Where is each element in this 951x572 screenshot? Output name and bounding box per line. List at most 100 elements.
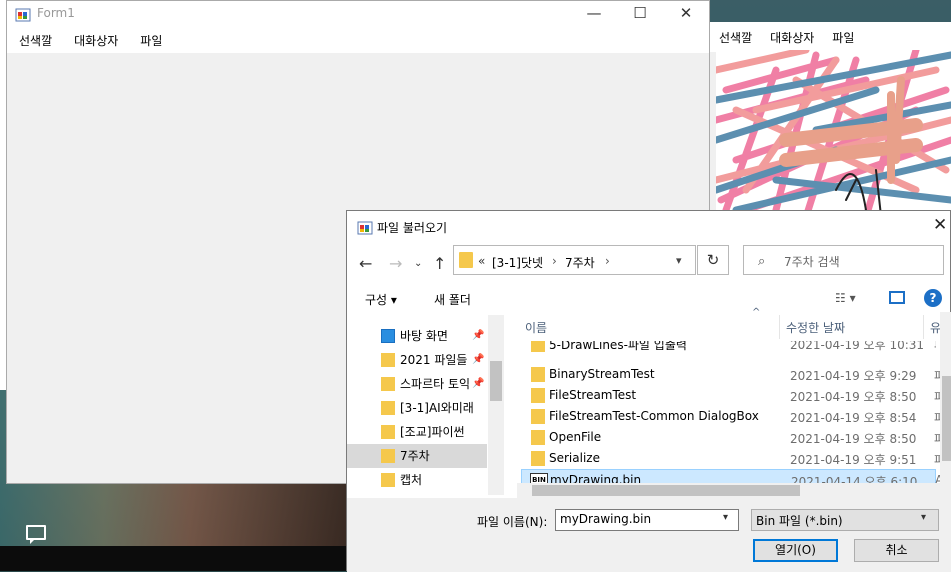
- chevron-down-icon[interactable]: ▾: [921, 512, 926, 523]
- search-input[interactable]: ⌕ 7주차 검색: [743, 245, 944, 275]
- nav-item-label: [조교]파이썬: [400, 425, 465, 439]
- folder-icon: [381, 449, 395, 463]
- minimize-button[interactable]: —: [571, 1, 617, 27]
- form1-titlebar[interactable]: Form1 — ☐ ✕: [7, 1, 709, 27]
- nav-item-sparta[interactable]: 스파르타 토익 📌: [347, 372, 487, 396]
- menu-line-color[interactable]: 선색깔: [7, 32, 62, 49]
- view-options-icon[interactable]: ☷ ▾: [835, 291, 856, 305]
- new-folder-button[interactable]: 새 폴더: [434, 291, 471, 308]
- file-row[interactable]: FileStreamTest 2021-04-19 오후 8:50 파: [521, 385, 945, 406]
- bg-menu-dialog[interactable]: 대화상자: [761, 29, 823, 46]
- dialog-close-button[interactable]: ✕: [933, 215, 947, 235]
- menu-file[interactable]: 파일: [128, 32, 172, 49]
- nav-item-desktop[interactable]: 바탕 화면 📌: [347, 324, 487, 348]
- bg-menu-file[interactable]: 파일: [823, 29, 863, 46]
- sort-arrow-icon: ^: [752, 307, 761, 318]
- file-row[interactable]: Serialize 2021-04-19 오후 9:51 파: [521, 448, 945, 469]
- address-segment[interactable]: 7주차: [565, 254, 595, 271]
- dialog-bottom-panel: 파일 이름(N): myDrawing.bin ▾ Bin 파일 (*.bin)…: [347, 498, 951, 572]
- column-divider[interactable]: [923, 315, 924, 339]
- filename-label: 파일 이름(N):: [477, 515, 548, 529]
- folder-icon: [531, 430, 545, 445]
- dialog-title: 파일 불러오기: [377, 221, 448, 235]
- address-bar[interactable]: « [3-1]닷넷 › 7주차 › ▾: [453, 245, 696, 275]
- nav-item-2021-files[interactable]: 2021 파일들 📌: [347, 348, 487, 372]
- help-icon[interactable]: ?: [924, 289, 942, 307]
- back-arrow-icon[interactable]: ←: [359, 254, 372, 273]
- file-date: 2021-04-19 오후 10:31: [790, 341, 925, 352]
- file-list: 이름 ^ 수정한 날짜 유 5-DrawLines-파일 입출력 2021-04…: [517, 307, 951, 498]
- recent-dropdown-icon[interactable]: ⌄: [414, 258, 422, 269]
- scribble-drawing: [716, 50, 951, 217]
- organize-menu[interactable]: 구성 ▾: [365, 291, 397, 308]
- close-button[interactable]: ✕: [663, 1, 709, 27]
- file-date: 2021-04-19 오후 8:50: [790, 390, 917, 404]
- search-icon: ⌕: [758, 254, 766, 269]
- column-name[interactable]: 이름: [525, 319, 547, 336]
- nav-item-week7[interactable]: 7주차: [347, 444, 487, 468]
- folder-icon: [381, 353, 395, 367]
- cancel-button[interactable]: 취소: [854, 539, 939, 562]
- chevron-right-icon[interactable]: ›: [605, 254, 610, 268]
- up-arrow-icon[interactable]: ↑: [433, 254, 446, 273]
- refresh-button[interactable]: ↻: [697, 245, 729, 275]
- form1-title: Form1: [37, 6, 75, 20]
- search-placeholder: 7주차 검색: [784, 255, 840, 269]
- chevron-down-icon[interactable]: ▾: [676, 254, 682, 267]
- file-row[interactable]: OpenFile 2021-04-19 오후 8:50 파: [521, 427, 945, 448]
- folder-icon: [531, 367, 545, 382]
- file-row[interactable]: FileStreamTest-Common DialogBox 2021-04-…: [521, 406, 945, 427]
- file-name: FileStreamTest-Common DialogBox: [549, 409, 759, 423]
- maximize-button[interactable]: ☐: [617, 1, 663, 27]
- desktop-icon: [381, 329, 395, 343]
- filetype-select[interactable]: Bin 파일 (*.bin): [751, 509, 939, 531]
- form1-menubar: 선색깔 대화상자 파일: [7, 27, 709, 53]
- pin-icon: 📌: [472, 354, 485, 365]
- dialog-app-icon: [357, 219, 373, 235]
- background-menubar: 선색깔 대화상자 파일: [710, 22, 951, 52]
- file-name: OpenFile: [549, 430, 602, 444]
- nav-scrollbar-thumb[interactable]: [490, 361, 502, 401]
- filename-input[interactable]: myDrawing.bin: [555, 509, 739, 531]
- file-name: BinaryStreamTest: [549, 367, 655, 381]
- file-name: 5-DrawLines-파일 입출력: [549, 341, 687, 352]
- folder-icon: [531, 409, 545, 424]
- open-file-dialog: 파일 불러오기 ✕ ← → ⌄ ↑ « [3-1]닷넷 › 7주차 › ▾ ↻ …: [346, 210, 951, 572]
- file-row[interactable]: BinaryStreamTest 2021-04-19 오후 9:29 파: [521, 364, 945, 385]
- open-button[interactable]: 열기(O): [753, 539, 838, 562]
- nav-scrollbar[interactable]: [488, 315, 504, 495]
- file-row[interactable]: 5-DrawLines-파일 입출력 2021-04-19 오후 10:31 파: [521, 341, 936, 355]
- nav-item-label: 7주차: [400, 449, 430, 463]
- address-segment[interactable]: [3-1]닷넷: [492, 254, 543, 271]
- forward-arrow-icon[interactable]: →: [389, 254, 402, 273]
- nav-item-label: 스파르타 토익: [400, 377, 471, 391]
- column-date[interactable]: 수정한 날짜: [786, 319, 845, 336]
- nav-item-python[interactable]: [조교]파이썬: [347, 420, 487, 444]
- address-overflow[interactable]: «: [478, 254, 485, 268]
- nav-item-capture[interactable]: 캡처: [347, 468, 487, 492]
- nav-item-label: [3-1]AI와미래: [400, 401, 474, 415]
- chevron-down-icon[interactable]: ▾: [723, 512, 728, 523]
- chevron-right-icon[interactable]: ›: [552, 254, 557, 268]
- file-vertical-scrollbar-thumb[interactable]: [942, 376, 951, 461]
- notification-icon[interactable]: [26, 525, 46, 544]
- file-name: FileStreamTest: [549, 388, 637, 402]
- file-date: 2021-04-19 오후 9:51: [790, 453, 917, 467]
- nav-item-label: 바탕 화면: [400, 329, 448, 343]
- navigation-pane: 바탕 화면 📌 2021 파일들 📌 스파르타 토익 📌 [3-1]AI와미래 …: [347, 312, 504, 498]
- folder-icon: [381, 377, 395, 391]
- column-divider[interactable]: [779, 315, 780, 339]
- drawing-canvas[interactable]: [716, 50, 951, 217]
- bg-menu-line-color[interactable]: 선색깔: [710, 29, 761, 46]
- column-header: 이름 ^ 수정한 날짜 유: [517, 307, 951, 339]
- file-type: 파: [934, 341, 936, 353]
- nav-item-ai[interactable]: [3-1]AI와미래: [347, 396, 487, 420]
- folder-icon: [459, 252, 473, 268]
- menu-dialog[interactable]: 대화상자: [62, 32, 128, 49]
- pin-icon: 📌: [472, 330, 485, 341]
- preview-pane-icon[interactable]: [889, 291, 905, 304]
- folder-icon: [531, 451, 545, 466]
- nav-item-label: 2021 파일들: [400, 353, 468, 367]
- file-horizontal-scrollbar-thumb[interactable]: [532, 485, 800, 496]
- background-drawing-form: 선색깔 대화상자 파일: [710, 22, 951, 217]
